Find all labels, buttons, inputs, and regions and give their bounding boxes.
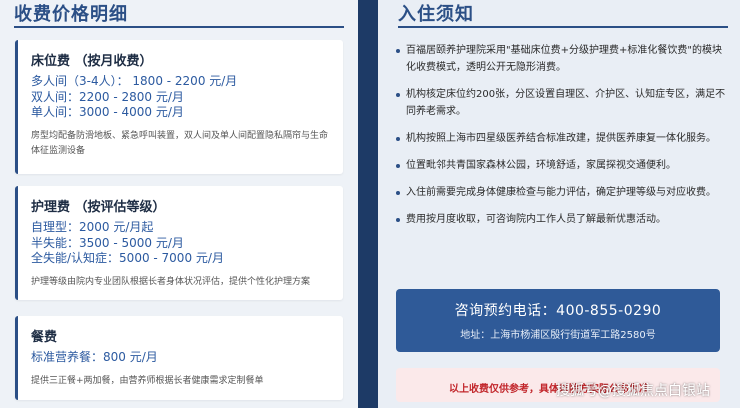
care-fee-semi-disabled: 半失能：3500 - 5000 元/月 bbox=[31, 235, 184, 250]
price-title-underline bbox=[14, 26, 344, 28]
bullet-icon bbox=[396, 191, 400, 195]
contact-address: 地址：上海市杨浦区殷行街道军工路2580号 bbox=[460, 330, 656, 341]
notice-panel: 入住须知 百福居颐养护理院采用"基础床位费+分级护理费+标准化餐饮费"的模块化收… bbox=[378, 0, 740, 408]
bed-fee-double-room: 双人间：2200 - 2800 元/月 bbox=[31, 89, 184, 104]
bullet-icon bbox=[396, 164, 400, 168]
list-item: 机构按照上海市四星级医养结合标准改建，提供医养康复一体化服务。 bbox=[396, 130, 726, 147]
care-fee-note: 护理等级由院内专业团队根据长者身体状况评估，提供个性化护理方案 bbox=[31, 276, 311, 287]
notice-section-title: 入住须知 bbox=[398, 4, 474, 25]
care-fee-card: 护理费 （按评估等级） 自理型：2000 元/月起 半失能：3500 - 500… bbox=[15, 186, 343, 300]
care-fee-heading: 护理费 （按评估等级） bbox=[31, 200, 166, 215]
care-fee-self-care: 自理型：2000 元/月起 bbox=[31, 220, 154, 234]
bed-fee-card: 床位费 （按月收费） 多人间（3-4人）： 1800 - 2200 元/月 双人… bbox=[15, 40, 343, 174]
meal-fee-note: 提供三正餐+两加餐，由营养师根据长者健康需求定制餐单 bbox=[31, 375, 264, 386]
bed-fee-heading: 床位费 （按月收费） bbox=[31, 54, 153, 69]
list-item: 百福居颐养护理院采用"基础床位费+分级护理费+标准化餐饮费"的模块化收费模式，透… bbox=[396, 42, 726, 76]
contact-box: 咨询预约电话：400-855-0290 地址：上海市杨浦区殷行街道军工路2580… bbox=[396, 289, 720, 352]
bed-fee-multi-room: 多人间（3-4人）： 1800 - 2200 元/月 bbox=[31, 74, 238, 88]
bullet-icon bbox=[396, 137, 400, 141]
contact-phone[interactable]: 咨询预约电话：400-855-0290 bbox=[396, 300, 720, 320]
notice-title-underline bbox=[398, 26, 728, 28]
watermark: 搜狐号@搜狐焦点白银站 bbox=[556, 383, 710, 399]
price-section-title: 收费价格明细 bbox=[14, 4, 128, 25]
bullet-icon bbox=[396, 218, 400, 222]
bullet-icon bbox=[396, 49, 400, 53]
notice-list: 百福居颐养护理院采用"基础床位费+分级护理费+标准化餐饮费"的模块化收费模式，透… bbox=[396, 42, 726, 238]
panel-divider bbox=[358, 0, 378, 408]
meal-fee-heading: 餐费 bbox=[31, 330, 58, 345]
meal-fee-card: 餐费 标准营养餐：800 元/月 提供三正餐+两加餐，由营养师根据长者健康需求定… bbox=[15, 316, 343, 400]
list-item: 费用按月度收取，可咨询院内工作人员了解最新优惠活动。 bbox=[396, 211, 726, 228]
list-item: 入住前需要完成身体健康检查与能力评估，确定护理等级与对应收费。 bbox=[396, 184, 726, 201]
meal-fee-standard: 标准营养餐：800 元/月 bbox=[31, 350, 158, 364]
list-item: 位置毗邻共青国家森林公园，环境舒适，家属探视交通便利。 bbox=[396, 157, 726, 174]
bed-fee-single-room: 单人间：3000 - 4000 元/月 bbox=[31, 105, 184, 119]
bed-fee-note: 房型均配备防滑地板、紧急呼叫装置，双人间及单人间配置隐私隔帘与生命体征监测设备 bbox=[31, 130, 329, 156]
price-panel: 收费价格明细 床位费 （按月收费） 多人间（3-4人）： 1800 - 2200… bbox=[0, 0, 358, 408]
care-fee-fully-disabled: 全失能/认知症：5000 - 7000 元/月 bbox=[31, 251, 224, 265]
list-item: 机构核定床位约200张，分区设置自理区、介护区、认知症专区，满足不同养老需求。 bbox=[396, 86, 726, 120]
bullet-icon bbox=[396, 93, 400, 97]
